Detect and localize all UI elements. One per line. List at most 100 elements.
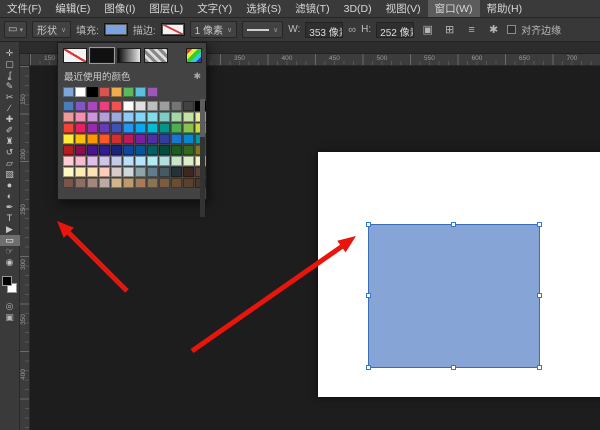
color-swatch[interactable]: [63, 112, 74, 122]
color-swatch[interactable]: [159, 101, 170, 111]
color-swatch[interactable]: [111, 112, 122, 122]
color-swatch[interactable]: [135, 134, 146, 144]
foreground-color-swatch[interactable]: [2, 276, 12, 286]
menu-item[interactable]: 3D(D): [337, 0, 379, 17]
pattern-fill-button[interactable]: [144, 48, 168, 63]
color-swatch[interactable]: [123, 156, 134, 166]
color-swatch[interactable]: [87, 145, 98, 155]
color-swatch[interactable]: [135, 178, 146, 188]
blur-tool[interactable]: ●: [0, 180, 20, 191]
color-swatch[interactable]: [147, 145, 158, 155]
color-swatch[interactable]: [135, 156, 146, 166]
color-swatch[interactable]: [123, 112, 134, 122]
panel-scrollbar[interactable]: [200, 99, 205, 217]
lasso-tool[interactable]: ʆ: [0, 70, 20, 81]
color-swatch[interactable]: [63, 134, 74, 144]
shape-handle[interactable]: [451, 222, 456, 227]
clone-stamp-tool[interactable]: ♜: [0, 136, 20, 147]
menu-item[interactable]: 视图(V): [379, 0, 428, 17]
menu-item[interactable]: 文件(F): [0, 0, 48, 17]
color-swatch[interactable]: [159, 167, 170, 177]
zoom-tool[interactable]: ◉: [0, 257, 20, 268]
color-swatch[interactable]: [171, 123, 182, 133]
shape-handle[interactable]: [366, 365, 371, 370]
color-swatch[interactable]: [123, 167, 134, 177]
quick-selection-tool[interactable]: ✎: [0, 81, 20, 92]
color-swatch[interactable]: [63, 156, 74, 166]
color-swatch[interactable]: [99, 156, 110, 166]
gradient-fill-button[interactable]: [117, 48, 141, 63]
shape-handle[interactable]: [366, 222, 371, 227]
path-operations-button[interactable]: ▣: [419, 21, 436, 38]
hand-tool[interactable]: ☞: [0, 246, 20, 257]
color-swatch[interactable]: [63, 167, 74, 177]
color-swatch[interactable]: [99, 87, 110, 97]
color-swatch[interactable]: [183, 112, 194, 122]
color-swatch[interactable]: [135, 145, 146, 155]
color-swatch[interactable]: [171, 101, 182, 111]
color-swatch[interactable]: [111, 145, 122, 155]
gradient-tool[interactable]: ▧: [0, 169, 20, 180]
color-swatch[interactable]: [147, 87, 158, 97]
screen-mode-icon[interactable]: ▣: [5, 312, 14, 323]
color-swatch[interactable]: [87, 123, 98, 133]
color-swatch[interactable]: [159, 178, 170, 188]
solid-color-button[interactable]: [90, 48, 114, 63]
color-picker-button[interactable]: [186, 48, 202, 63]
menu-item[interactable]: 选择(S): [239, 0, 288, 17]
color-swatch[interactable]: [159, 145, 170, 155]
color-swatch[interactable]: [87, 178, 98, 188]
healing-brush-tool[interactable]: ✚: [0, 114, 20, 125]
color-swatch[interactable]: [183, 156, 194, 166]
menu-item[interactable]: 文字(Y): [190, 0, 239, 17]
menu-item[interactable]: 滤镜(T): [288, 0, 336, 17]
color-swatch[interactable]: [147, 156, 158, 166]
color-swatch[interactable]: [87, 134, 98, 144]
color-swatch[interactable]: [135, 87, 146, 97]
path-arrangement-button[interactable]: ≡: [463, 21, 480, 38]
color-swatch[interactable]: [171, 178, 182, 188]
color-swatch[interactable]: [147, 134, 158, 144]
color-swatch[interactable]: [183, 134, 194, 144]
shape-handle[interactable]: [537, 365, 542, 370]
brush-tool[interactable]: ✐: [0, 125, 20, 136]
color-swatch[interactable]: [147, 167, 158, 177]
stroke-color-swatch[interactable]: [161, 23, 185, 36]
gear-icon[interactable]: ✱: [485, 21, 502, 38]
color-swatch[interactable]: [99, 145, 110, 155]
stroke-style-select[interactable]: ∨: [242, 21, 283, 38]
color-swatch[interactable]: [183, 101, 194, 111]
history-brush-tool[interactable]: ↺: [0, 147, 20, 158]
color-swatch[interactable]: [171, 145, 182, 155]
color-swatch[interactable]: [63, 123, 74, 133]
color-swatch[interactable]: [63, 178, 74, 188]
color-swatch[interactable]: [111, 167, 122, 177]
color-swatch[interactable]: [123, 134, 134, 144]
color-swatch[interactable]: [99, 112, 110, 122]
shape-handle[interactable]: [451, 365, 456, 370]
color-swatch[interactable]: [63, 145, 74, 155]
menu-item[interactable]: 编辑(E): [48, 0, 97, 17]
color-swatch[interactable]: [147, 123, 158, 133]
crop-tool[interactable]: ✂: [0, 92, 20, 103]
color-swatch[interactable]: [159, 156, 170, 166]
color-swatch[interactable]: [123, 178, 134, 188]
color-swatch[interactable]: [159, 112, 170, 122]
color-swatch[interactable]: [135, 123, 146, 133]
color-swatch[interactable]: [99, 167, 110, 177]
color-swatch[interactable]: [135, 101, 146, 111]
color-swatch[interactable]: [171, 112, 182, 122]
color-swatch[interactable]: [111, 178, 122, 188]
color-swatch[interactable]: [87, 87, 98, 97]
menu-item[interactable]: 图像(I): [97, 0, 142, 17]
color-swatch[interactable]: [87, 112, 98, 122]
color-swatch[interactable]: [123, 123, 134, 133]
pen-tool[interactable]: ✒: [0, 202, 20, 213]
color-swatch[interactable]: [75, 167, 86, 177]
eraser-tool[interactable]: ▱: [0, 158, 20, 169]
color-swatch[interactable]: [159, 123, 170, 133]
color-swatch[interactable]: [123, 101, 134, 111]
color-swatch[interactable]: [75, 145, 86, 155]
shape-handle[interactable]: [537, 293, 542, 298]
move-tool[interactable]: ✛: [0, 48, 20, 59]
